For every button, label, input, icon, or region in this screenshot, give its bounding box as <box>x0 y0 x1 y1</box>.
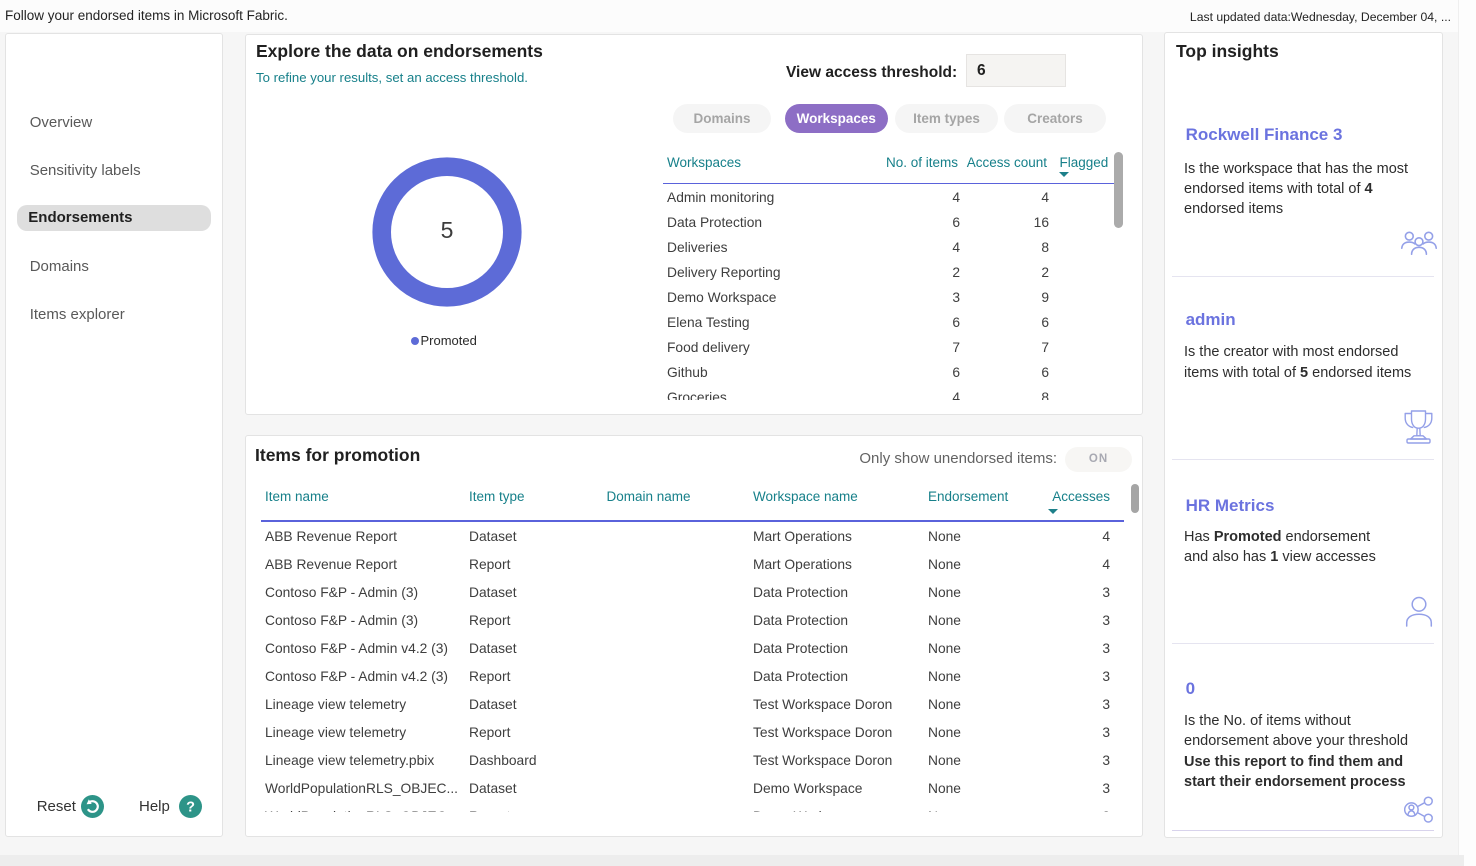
svg-text:?: ? <box>186 800 195 816</box>
